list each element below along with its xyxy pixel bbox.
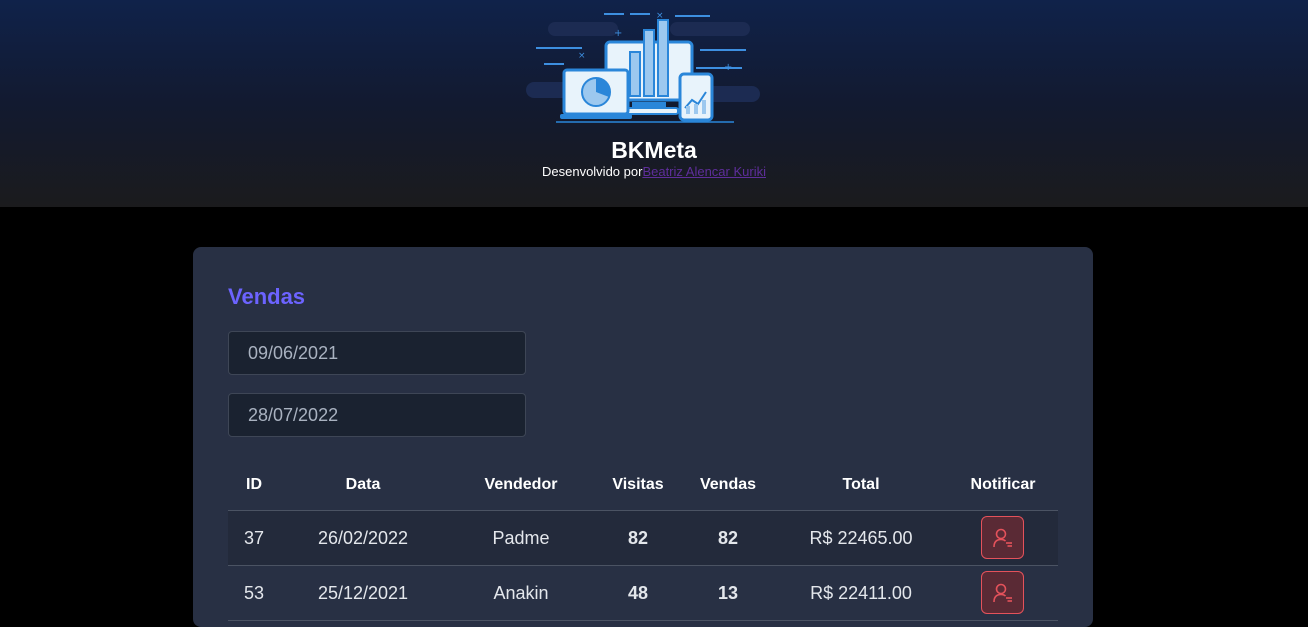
cell-total: R$ 22465.00 <box>809 528 913 548</box>
sales-card: Vendas 09/06/2021 28/07/2022 ID Data Ven… <box>193 247 1093 627</box>
table-row: 37 26/02/2022 Padme 82 82 R$ 22465.00 <box>228 511 1058 566</box>
subtitle-prefix: Desenvolvido por <box>541 164 643 179</box>
max-date-input[interactable]: 28/07/2022 <box>228 393 526 437</box>
cell-visits: 48 <box>627 583 649 603</box>
cell-deals: 82 <box>717 528 739 548</box>
cell-total: R$ 22411.00 <box>810 583 912 603</box>
svg-text:+: + <box>724 62 732 73</box>
column-header-seller: Vendedor <box>484 476 558 493</box>
dashboard-illustration-icon: + × × + <box>526 11 760 123</box>
sales-table: ID Data Vendedor Visitas Vendas Total No… <box>228 463 1058 621</box>
column-header-total: Total <box>842 476 880 493</box>
column-header-notify: Notificar <box>970 476 1036 493</box>
notify-user-icon <box>993 583 1012 603</box>
notify-button[interactable] <box>981 516 1024 559</box>
svg-text:+: + <box>614 28 622 39</box>
author-link[interactable]: Beatriz Alencar Kuriki <box>642 164 766 179</box>
column-header-visits: Visitas <box>612 476 664 493</box>
cell-seller: Anakin <box>493 583 549 603</box>
cell-date: 26/02/2022 <box>317 528 409 548</box>
cell-id: 37 <box>243 528 265 548</box>
app-title: BKMeta <box>611 137 697 163</box>
header: + × × + BKMeta Desenvolvido porBeatriz A… <box>0 0 1308 207</box>
cell-visits: 82 <box>627 528 649 548</box>
column-header-date: Data <box>345 476 381 493</box>
min-date-input[interactable]: 09/06/2021 <box>228 331 526 375</box>
cell-deals: 13 <box>717 583 739 603</box>
table-header: ID Data Vendedor Visitas Vendas Total No… <box>228 463 1058 511</box>
cell-seller: Padme <box>492 528 550 548</box>
notify-button[interactable] <box>981 571 1024 614</box>
app-subtitle: Desenvolvido porBeatriz Alencar Kuriki <box>0 163 1308 181</box>
column-header-deals: Vendas <box>699 476 757 493</box>
sales-title: Vendas <box>228 284 306 309</box>
cell-id: 53 <box>243 583 265 603</box>
table-row: 53 25/12/2021 Anakin 48 13 R$ 22411.00 <box>228 566 1058 621</box>
column-header-id: ID <box>246 476 262 493</box>
svg-text:×: × <box>578 51 586 61</box>
cell-date: 25/12/2021 <box>317 583 409 603</box>
notify-user-icon <box>993 528 1012 548</box>
